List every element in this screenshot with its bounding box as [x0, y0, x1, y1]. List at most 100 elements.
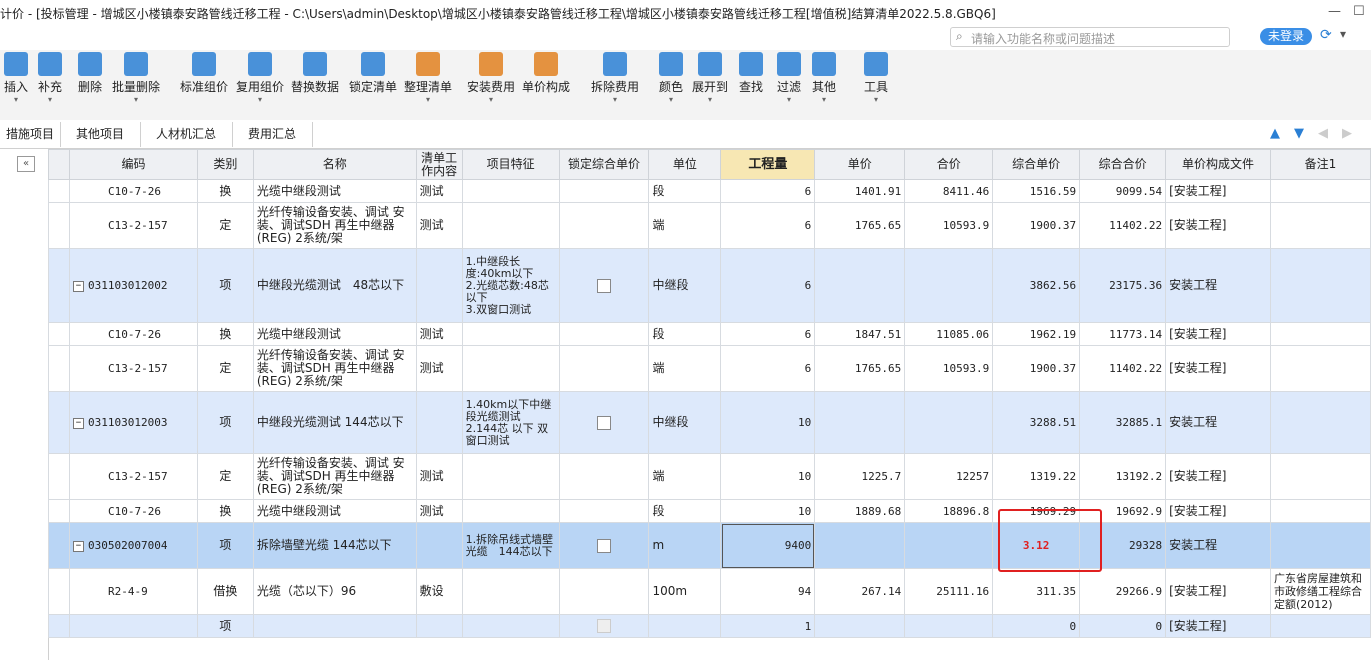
- toolbar-button-find[interactable]: 查找: [739, 52, 763, 95]
- cell-composite-unit-price[interactable]: 0: [992, 614, 1081, 638]
- cell-composite-total[interactable]: 29266.9: [1079, 568, 1167, 615]
- table-row[interactable]: C10-7-26 换光缆中继段测试 测试 段 6 1847.51 11085.06 1962.…: [48, 322, 1371, 346]
- row-index[interactable]: [48, 345, 70, 392]
- cell-note[interactable]: [1269, 248, 1371, 323]
- column-header-1[interactable]: 编码: [68, 149, 198, 180]
- cell-composite-total[interactable]: 32885.1: [1079, 391, 1167, 454]
- cell-category[interactable]: 换: [196, 499, 254, 523]
- cell-category[interactable]: 项: [196, 614, 254, 638]
- cell-composite-unit-price[interactable]: 3288.51: [992, 391, 1081, 454]
- cell-price-file[interactable]: [安装工程]: [1165, 453, 1271, 500]
- cell-note[interactable]: [1269, 202, 1371, 249]
- toolbar-button-other[interactable]: 其他 ▾: [812, 52, 836, 105]
- cell-price-file[interactable]: [安装工程]: [1165, 179, 1271, 203]
- cell-name[interactable]: 光纤传输设备安装、调试 安装、调试SDH 再生中继器(REG) 2系统/架: [252, 453, 417, 500]
- cell-unit-price[interactable]: [814, 522, 906, 569]
- cell-code[interactable]: −031103012002: [68, 248, 198, 323]
- cell-work-content[interactable]: 测试: [415, 322, 463, 346]
- cell-composite-unit-price[interactable]: 3.12: [992, 522, 1081, 569]
- cell-name[interactable]: [252, 614, 417, 638]
- cell-unit-price[interactable]: 1847.51: [814, 322, 906, 346]
- cell-quantity[interactable]: 10: [720, 453, 816, 500]
- tab-2[interactable]: 人材机汇总: [140, 122, 233, 147]
- cell-unit[interactable]: 段: [648, 322, 722, 346]
- tree-collapse-icon[interactable]: −: [72, 540, 84, 552]
- cell-code[interactable]: C10-7-26: [68, 322, 198, 346]
- column-header-7[interactable]: 单位: [648, 149, 722, 180]
- cell-work-content[interactable]: 敷设: [415, 568, 463, 615]
- cell-total-price[interactable]: [904, 248, 994, 323]
- cell-code[interactable]: −030502007004: [68, 522, 198, 569]
- table-row[interactable]: −031103012002 项中继段光缆测试 48芯以下 1.中继段长度:40km以…: [48, 248, 1371, 323]
- column-header-10[interactable]: 合价: [904, 149, 994, 180]
- cell-composite-unit-price[interactable]: 1319.22: [992, 453, 1081, 500]
- tree-collapse-icon[interactable]: −: [72, 280, 84, 292]
- cell-code[interactable]: C13-2-157: [68, 345, 198, 392]
- lock-price-checkbox[interactable]: [596, 278, 611, 293]
- cell-total-price[interactable]: [904, 614, 994, 638]
- cell-work-content[interactable]: 测试: [415, 499, 463, 523]
- cell-code[interactable]: C13-2-157: [68, 453, 198, 500]
- column-header-11[interactable]: 综合单价: [992, 149, 1081, 180]
- cell-unit[interactable]: 段: [648, 499, 722, 523]
- cell-quantity[interactable]: 1: [720, 614, 816, 638]
- cell-composite-total[interactable]: 0: [1079, 614, 1167, 638]
- move-left-icon[interactable]: ◀: [1318, 126, 1328, 141]
- cell-category[interactable]: 项: [196, 522, 254, 569]
- row-index[interactable]: [48, 248, 70, 323]
- cell-price-file[interactable]: 安装工程: [1165, 522, 1271, 569]
- cell-lock-price[interactable]: [558, 614, 650, 638]
- column-header-0[interactable]: [48, 149, 70, 180]
- cell-price-file[interactable]: [安装工程]: [1165, 202, 1271, 249]
- column-header-9[interactable]: 单价: [814, 149, 906, 180]
- cell-feature[interactable]: 1.40km以下中继段光缆测试 2.144芯 以下 双窗口测试: [461, 391, 560, 454]
- cell-feature[interactable]: [461, 568, 560, 615]
- cell-lock-price[interactable]: [558, 499, 650, 523]
- column-header-14[interactable]: 备注1: [1269, 149, 1371, 180]
- cell-price-file[interactable]: [安装工程]: [1165, 568, 1271, 615]
- cell-price-file[interactable]: [安装工程]: [1165, 322, 1271, 346]
- cell-unit-price[interactable]: 1765.65: [814, 345, 906, 392]
- toolbar-button-filter[interactable]: 过滤 ▾: [777, 52, 801, 105]
- toolbar-button-standard-price[interactable]: 标准组价: [180, 52, 228, 95]
- row-index[interactable]: [48, 614, 70, 638]
- cell-composite-total[interactable]: 13192.2: [1079, 453, 1167, 500]
- cell-composite-unit-price[interactable]: 1969.29: [992, 499, 1081, 523]
- column-header-12[interactable]: 综合合价: [1079, 149, 1167, 180]
- cell-composite-total[interactable]: 11402.22: [1079, 202, 1167, 249]
- cell-unit[interactable]: 端: [648, 345, 722, 392]
- cell-total-price[interactable]: 10593.9: [904, 345, 994, 392]
- cell-price-file[interactable]: 安装工程: [1165, 248, 1271, 323]
- cell-quantity[interactable]: 10: [720, 499, 816, 523]
- tab-3[interactable]: 费用汇总: [232, 122, 313, 147]
- cell-feature[interactable]: [461, 453, 560, 500]
- cell-quantity[interactable]: 10: [720, 391, 816, 454]
- cell-code[interactable]: −: [68, 614, 198, 638]
- cell-feature[interactable]: [461, 345, 560, 392]
- refresh-icon[interactable]: ⟳: [1320, 27, 1332, 43]
- cell-note[interactable]: [1269, 322, 1371, 346]
- cell-code[interactable]: C13-2-157: [68, 202, 198, 249]
- cell-total-price[interactable]: 11085.06: [904, 322, 994, 346]
- lock-price-checkbox[interactable]: [596, 538, 611, 553]
- collapse-panel-icon[interactable]: «: [17, 156, 35, 172]
- table-row[interactable]: C13-2-157 定光纤传输设备安装、调试 安装、调试SDH 再生中继器(REG…: [48, 202, 1371, 249]
- cell-name[interactable]: 光缆中继段测试: [252, 499, 417, 523]
- toolbar-button-organize-list[interactable]: 整理清单 ▾: [404, 52, 452, 105]
- row-index[interactable]: [48, 522, 70, 569]
- cell-quantity[interactable]: 94: [720, 568, 816, 615]
- cell-unit-price[interactable]: [814, 391, 906, 454]
- cell-category[interactable]: 借换: [196, 568, 254, 615]
- move-right-icon[interactable]: ▶: [1342, 126, 1352, 141]
- cell-total-price[interactable]: 12257: [904, 453, 994, 500]
- cell-unit-price[interactable]: 1889.68: [814, 499, 906, 523]
- cell-work-content[interactable]: [415, 522, 463, 569]
- tab-0[interactable]: 措施项目: [0, 122, 61, 147]
- row-index[interactable]: [48, 499, 70, 523]
- toolbar-button-color[interactable]: 颜色 ▾: [659, 52, 683, 105]
- cell-note[interactable]: [1269, 499, 1371, 523]
- table-row[interactable]: −030502007004 项拆除墙壁光缆 144芯以下 1.拆除吊线式墙壁光缆 1…: [48, 522, 1371, 569]
- column-header-4[interactable]: 清单工作内容: [415, 149, 463, 180]
- column-header-5[interactable]: 项目特征: [461, 149, 560, 180]
- cell-note[interactable]: [1269, 614, 1371, 638]
